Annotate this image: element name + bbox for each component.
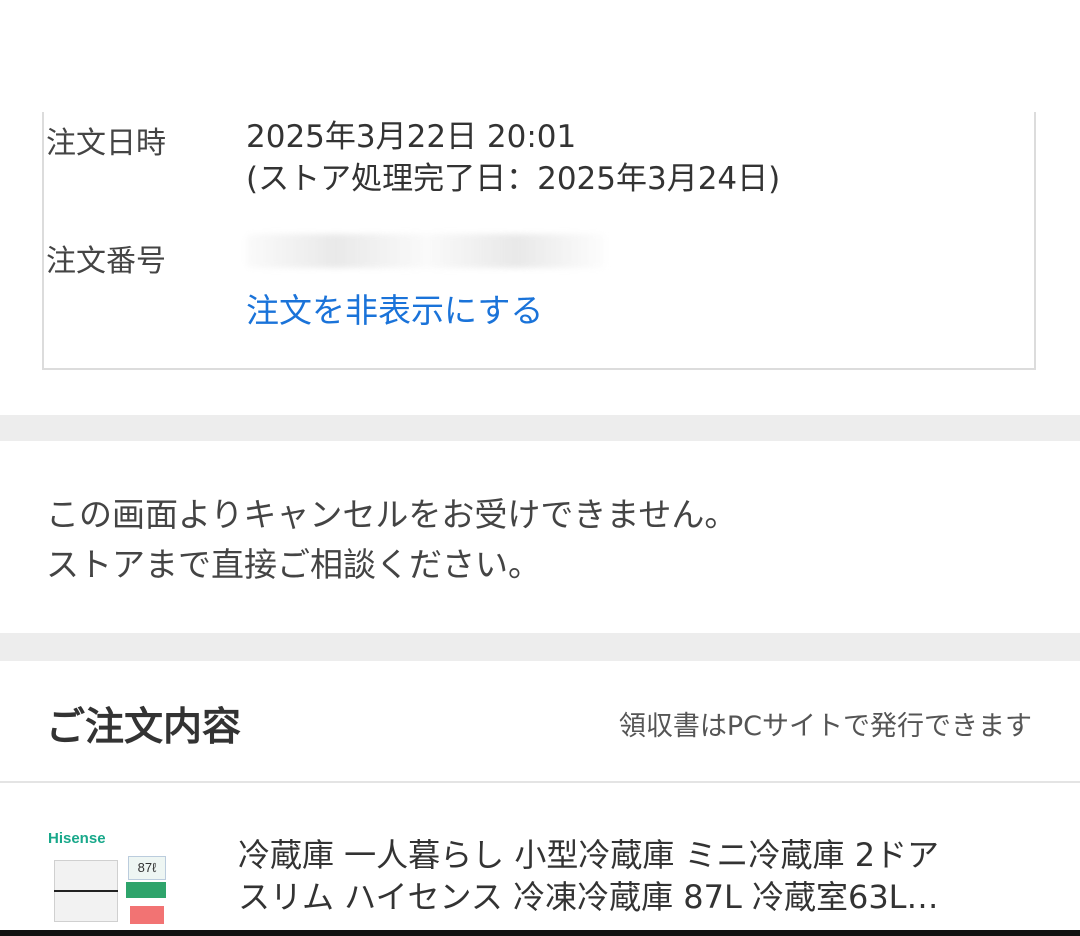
- store-completed-date: (ストア処理完了日：2025年3月24日): [246, 161, 781, 197]
- order-date-value: 2025年3月22日 20:01: [246, 119, 577, 155]
- feature-badge: [130, 906, 164, 924]
- bottom-border: [0, 930, 1080, 936]
- section-separator: [0, 633, 1080, 661]
- fridge-door-line: [54, 890, 118, 892]
- cancel-notice-line1: この画面よりキャンセルをお受けできません。: [46, 495, 738, 534]
- product-thumbnail[interactable]: Hisense 87ℓ: [46, 826, 186, 930]
- capacity-badge: 87ℓ: [128, 856, 166, 880]
- order-number-masked: [246, 234, 606, 268]
- hide-order-link[interactable]: 注文を非表示にする: [246, 284, 543, 332]
- section-separator: [0, 415, 1080, 441]
- cancel-notice-line2: ストアまで直接ご相談ください。: [46, 545, 541, 584]
- receipt-note: 領収書はPCサイトで発行できます: [618, 711, 1032, 742]
- order-date-label: 注文日時: [46, 126, 166, 161]
- order-contents-title: ご注文内容: [46, 705, 242, 750]
- divider: [0, 781, 1080, 783]
- product-title-line2[interactable]: スリム ハイセンス 冷凍冷蔵庫 87L 冷蔵室63L…: [238, 872, 1038, 918]
- cancel-notice: この画面よりキャンセルをお受けできません。 ストアまで直接ご相談ください。: [46, 490, 737, 590]
- door-badge: [126, 882, 166, 898]
- brand-logo: Hisense: [48, 830, 106, 847]
- product-title-line1[interactable]: 冷蔵庫 一人暮らし 小型冷蔵庫 ミニ冷蔵庫 2ドア: [238, 830, 1038, 876]
- order-number-label: 注文番号: [46, 244, 166, 279]
